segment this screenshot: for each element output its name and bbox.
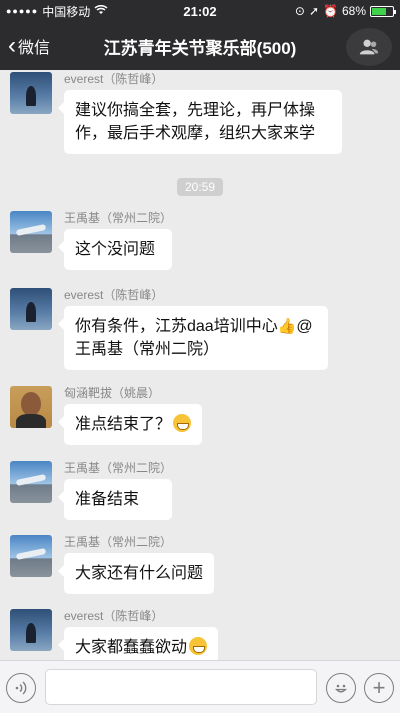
message-content: 王禹基（常州二院） 大家还有什么问题 [57, 535, 215, 594]
emoji-icon [334, 684, 348, 693]
message-content: everest（陈哲峰） 建议你搞全套，先理论，再尸体操作，最后手术观摩，组织大… [58, 72, 342, 154]
thumbs-up-icon: 👍 [277, 318, 297, 335]
sender-name: 王禹基（常州二院） [64, 211, 173, 225]
signal-icon: ●●●●● [6, 6, 39, 16]
wifi-icon [94, 4, 108, 18]
status-bar: ●●●●● 中国移动 21:02 ⊙ ➚ ⏰ 68% [0, 0, 400, 22]
group-icon [359, 39, 379, 55]
message-text: 大家都蠢蠢欲动 [75, 639, 188, 656]
voice-button[interactable] [6, 673, 36, 703]
message-content: 匈涵靶拔（姚晨） 准点结束了？ [57, 386, 203, 445]
sender-name: everest（陈哲峰） [64, 288, 164, 302]
back-button[interactable]: ‹ 微信 [0, 34, 50, 58]
alarm-icon: ⏰ [323, 4, 338, 18]
status-right: ⊙ ➚ ⏰ 68% [294, 4, 396, 18]
carrier-name: 中国移动 [42, 4, 91, 19]
voice-icon [15, 681, 27, 695]
message-item: 匈涵靶拔（姚晨） 准点结束了？ [10, 386, 203, 445]
sender-name: 王禹基（常州二院） [64, 535, 173, 549]
message-bubble[interactable]: 这个没问题 [57, 229, 173, 270]
plus-icon: + [372, 675, 386, 700]
message-content: 王禹基（常州二院） 这个没问题 [57, 211, 173, 270]
lock-rotation-icon: ⊙ [294, 4, 305, 18]
avatar[interactable] [10, 535, 52, 577]
message-list[interactable]: everest（陈哲峰） 建议你搞全套，先理论，再尸体操作，最后手术观摩，组织大… [0, 70, 400, 660]
avatar[interactable] [10, 211, 52, 253]
avatar[interactable] [10, 72, 52, 114]
message-bubble[interactable]: 你有条件，江苏daa培训中心👍@王禹基（常州二院） [58, 306, 328, 370]
message-bubble[interactable]: 准备结束 [57, 479, 173, 520]
plus-button[interactable]: + [364, 673, 394, 703]
sender-name: 王禹基（常州二院） [64, 461, 173, 475]
sender-name: 匈涵靶拔（姚晨） [64, 386, 161, 400]
timestamp: 20:59 [0, 178, 400, 196]
message-content: everest（陈哲峰） 大家都蠢蠢欲动 [57, 609, 219, 660]
message-content: everest（陈哲峰） 你有条件，江苏daa培训中心👍@王禹基（常州二院） [58, 288, 328, 370]
avatar[interactable] [10, 609, 52, 651]
grin-emoji-icon [189, 637, 208, 655]
chevron-left-icon: ‹ [8, 32, 16, 59]
emoji-button[interactable] [326, 673, 356, 703]
back-label: 微信 [18, 40, 51, 57]
timestamp-label: 20:59 [176, 178, 224, 196]
avatar[interactable] [10, 288, 52, 330]
message-bubble[interactable]: 大家都蠢蠢欲动 [57, 627, 219, 660]
avatar[interactable] [10, 386, 52, 428]
chat-title: 江苏青年关节聚乐部(500) [103, 38, 297, 58]
message-bubble[interactable]: 大家还有什么问题 [57, 553, 215, 594]
location-icon: ➚ [308, 4, 320, 18]
message-bubble[interactable]: 准点结束了？ [57, 404, 203, 445]
sender-name: everest（陈哲峰） [64, 72, 164, 86]
message-item: everest（陈哲峰） 建议你搞全套，先理论，再尸体操作，最后手术观摩，组织大… [10, 72, 342, 154]
message-item: 王禹基（常州二院） 大家还有什么问题 [10, 535, 215, 594]
message-item: everest（陈哲峰） 大家都蠢蠢欲动 [10, 609, 219, 660]
message-content: 王禹基（常州二院） 准备结束 [57, 461, 173, 520]
message-input[interactable] [45, 669, 317, 705]
battery-icon [370, 5, 396, 17]
input-bar: + [0, 660, 400, 713]
nav-bar: ‹ 微信 江苏青年关节聚乐部(500) [0, 22, 400, 70]
message-bubble[interactable]: 建议你搞全套，先理论，再尸体操作，最后手术观摩，组织大家来学 [58, 90, 342, 154]
message-text: 你有条件，江苏daa培训中心 [75, 318, 278, 335]
message-item: everest（陈哲峰） 你有条件，江苏daa培训中心👍@王禹基（常州二院） [10, 288, 328, 370]
battery-fill [372, 7, 386, 15]
group-members-button[interactable] [346, 28, 392, 66]
battery-percent: 68% [341, 4, 366, 18]
message-text: 准点结束了？ [75, 416, 172, 433]
avatar[interactable] [10, 461, 52, 503]
message-item: 王禹基（常州二院） 准备结束 [10, 461, 173, 520]
sender-name: everest（陈哲峰） [64, 609, 164, 623]
message-item: 王禹基（常州二院） 这个没问题 [10, 211, 173, 270]
grin-emoji-icon [173, 414, 192, 432]
